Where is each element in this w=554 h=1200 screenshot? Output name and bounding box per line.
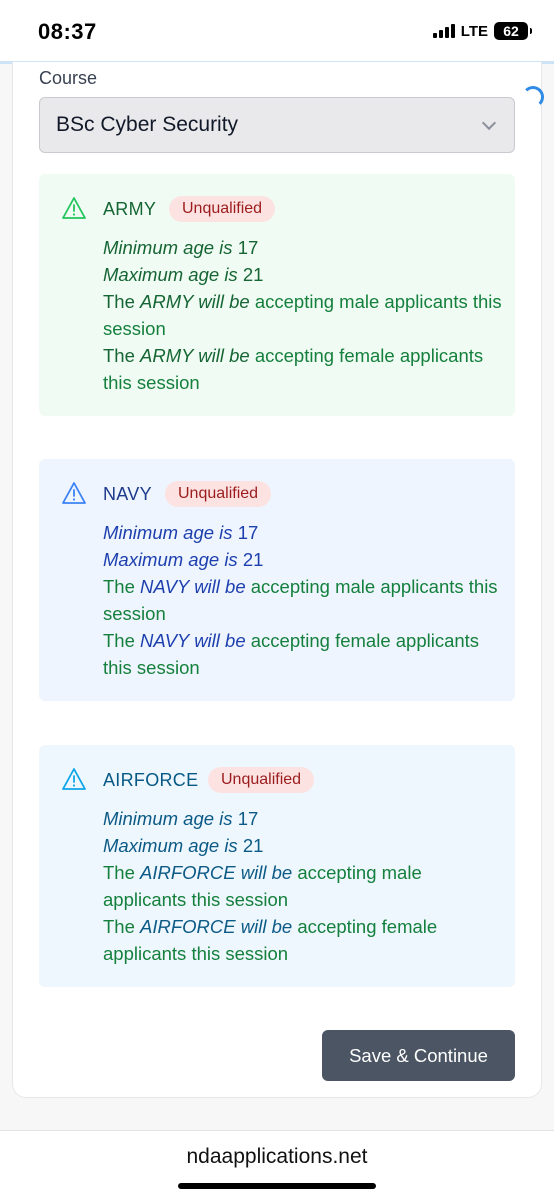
max-age-label: Maximum age is xyxy=(103,835,238,856)
max-age-value: 21 xyxy=(242,264,264,285)
min-age-label: Minimum age is xyxy=(103,522,233,543)
army-title: ARMY xyxy=(103,199,157,219)
home-indicator[interactable] xyxy=(178,1183,376,1189)
male-will-be: AIRFORCE will be xyxy=(140,862,293,883)
min-age-label: Minimum age is xyxy=(103,808,233,829)
navy-status-badge: Unqualified xyxy=(165,481,272,507)
navy-title: NAVY xyxy=(103,484,152,504)
female-will-be: AIRFORCE will be xyxy=(140,916,293,937)
min-age-value: 17 xyxy=(237,808,259,829)
airforce-requirements: Minimum age is 17 Maximum age is 21 The … xyxy=(103,805,503,967)
max-age-value: 21 xyxy=(242,549,264,570)
warning-triangle-icon xyxy=(62,197,86,219)
male-the: The xyxy=(103,862,135,883)
male-will-be: NAVY will be xyxy=(140,576,246,597)
max-age-label: Maximum age is xyxy=(103,264,238,285)
male-the: The xyxy=(103,576,135,597)
course-selected-value: BSc Cyber Security xyxy=(56,113,239,136)
battery-icon: 62 xyxy=(494,22,532,40)
status-bar: 08:37 LTE 62 xyxy=(0,0,554,64)
min-age-value: 17 xyxy=(237,522,259,543)
male-the: The xyxy=(103,291,135,312)
browser-url-bar[interactable]: ndaapplications.net xyxy=(0,1130,554,1200)
army-status-badge: Unqualified xyxy=(169,196,276,222)
max-age-value: 21 xyxy=(242,835,264,856)
course-select[interactable]: BSc Cyber Security xyxy=(39,97,515,153)
course-label: Course xyxy=(39,68,98,88)
female-the: The xyxy=(103,630,135,651)
female-the: The xyxy=(103,916,135,937)
female-will-be: NAVY will be xyxy=(140,630,246,651)
navy-eligibility-alert: NAVY Unqualified Minimum age is 17 Maxim… xyxy=(39,459,515,701)
warning-triangle-icon xyxy=(62,482,86,504)
airforce-status-badge: Unqualified xyxy=(208,767,315,793)
army-eligibility-alert: ARMY Unqualified Minimum age is 17 Maxim… xyxy=(39,174,515,416)
signal-icon xyxy=(432,24,455,38)
status-time: 08:37 xyxy=(38,19,97,44)
airforce-eligibility-alert: AIRFORCE Unqualified Minimum age is 17 M… xyxy=(39,745,515,987)
navy-requirements: Minimum age is 17 Maximum age is 21 The … xyxy=(103,519,503,681)
airforce-title: AIRFORCE xyxy=(103,770,199,790)
status-indicators: LTE 62 xyxy=(432,22,532,40)
female-will-be: ARMY will be xyxy=(140,345,250,366)
chevron-down-icon xyxy=(481,115,497,131)
male-will-be: ARMY will be xyxy=(140,291,250,312)
network-type: LTE xyxy=(460,22,488,40)
save-continue-button[interactable]: Save & Continue xyxy=(322,1030,515,1081)
army-requirements: Minimum age is 17 Maximum age is 21 The … xyxy=(103,234,503,396)
female-the: The xyxy=(103,345,135,366)
min-age-label: Minimum age is xyxy=(103,237,233,258)
max-age-label: Maximum age is xyxy=(103,549,238,570)
url-text[interactable]: ndaapplications.net xyxy=(0,1145,554,1169)
warning-triangle-icon xyxy=(62,768,86,790)
min-age-value: 17 xyxy=(237,237,259,258)
loading-spinner-icon xyxy=(522,86,544,108)
